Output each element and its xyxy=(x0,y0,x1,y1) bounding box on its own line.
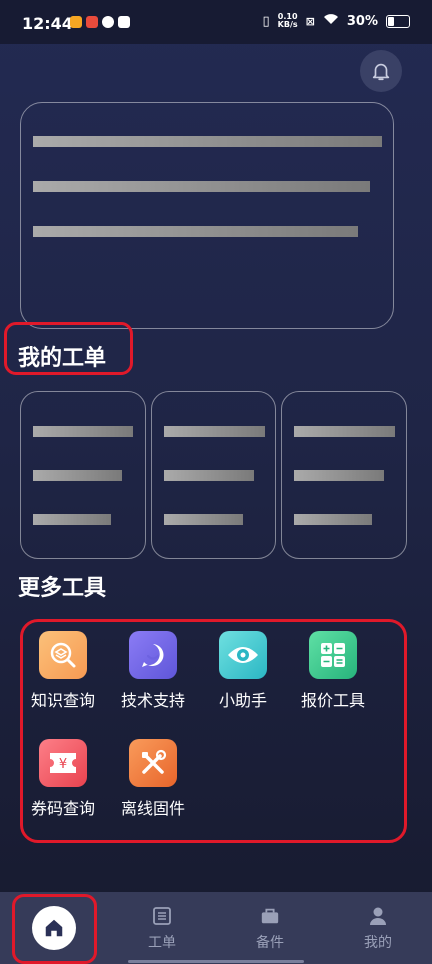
nav-label: 工单 xyxy=(148,935,176,951)
order-card[interactable] xyxy=(20,391,146,559)
tool-tech-support[interactable]: 技术支持 xyxy=(108,631,198,711)
placeholder-line xyxy=(294,470,384,481)
vibrate-icon: ▯ xyxy=(262,13,270,29)
notification-icons xyxy=(70,16,130,28)
order-card[interactable] xyxy=(151,391,276,559)
bell-icon xyxy=(372,63,390,81)
home-highlight xyxy=(12,894,97,964)
my-orders-title: 我的工单 xyxy=(18,346,107,371)
tool-offline-firmware[interactable]: 离线固件 xyxy=(108,739,198,819)
gesture-bar xyxy=(128,960,304,963)
network-speed-unit: KB/s xyxy=(277,20,298,29)
order-card[interactable] xyxy=(281,391,407,559)
tools-icon xyxy=(129,739,177,787)
chat-bubble-icon xyxy=(129,631,177,679)
placeholder-line xyxy=(33,181,370,192)
status-bar: 12:44 ▯ 0.10 KB/s ⊠ 30% xyxy=(0,0,432,44)
nav-label: 我的 xyxy=(364,935,392,951)
banner-card[interactable] xyxy=(20,102,394,329)
tool-label: 券码查询 xyxy=(30,799,95,818)
coupon-icon: ¥ xyxy=(39,739,87,787)
more-tools-title: 更多工具 xyxy=(18,576,107,601)
nav-item-orders[interactable]: 工单 xyxy=(108,892,216,964)
tool-quote[interactable]: 报价工具 xyxy=(288,631,378,711)
app-notification-icon xyxy=(70,16,82,28)
network-speed: 0.10 KB/s xyxy=(278,13,298,29)
battery-icon xyxy=(386,14,410,28)
user-icon xyxy=(368,906,388,926)
list-icon xyxy=(152,906,172,926)
no-sim-icon: ⊠ xyxy=(305,14,315,28)
placeholder-line xyxy=(164,470,254,481)
nav-label: 备件 xyxy=(256,935,284,951)
eye-icon xyxy=(219,631,267,679)
tool-assistant[interactable]: 小助手 xyxy=(198,631,288,711)
briefcase-icon xyxy=(260,906,280,926)
status-indicators: ▯ 0.10 KB/s ⊠ 30% xyxy=(263,13,410,29)
placeholder-line xyxy=(164,426,265,437)
tool-label: 离线固件 xyxy=(120,799,185,818)
placeholder-line xyxy=(294,426,395,437)
tool-coupon-search[interactable]: ¥ 券码查询 xyxy=(18,739,108,819)
placeholder-line xyxy=(33,136,382,147)
app-notification-icon xyxy=(102,16,114,28)
tool-label: 技术支持 xyxy=(120,691,185,710)
svg-text:¥: ¥ xyxy=(59,757,67,772)
status-time: 12:44 xyxy=(22,14,73,33)
message-notification-icon xyxy=(118,16,130,28)
tool-label: 报价工具 xyxy=(300,691,365,710)
wifi-icon xyxy=(323,13,339,29)
placeholder-line xyxy=(33,514,111,525)
knowledge-search-icon xyxy=(39,631,87,679)
calculator-icon xyxy=(309,631,357,679)
tool-knowledge-search[interactable]: 知识查询 xyxy=(18,631,108,711)
placeholder-line xyxy=(294,514,372,525)
battery-percent: 30% xyxy=(346,13,378,29)
tool-label: 小助手 xyxy=(218,691,267,710)
app-notification-icon xyxy=(86,16,98,28)
notification-bell-button[interactable] xyxy=(360,50,402,92)
placeholder-line xyxy=(33,470,122,481)
nav-item-parts[interactable]: 备件 xyxy=(216,892,324,964)
placeholder-line xyxy=(33,226,358,237)
nav-item-mine[interactable]: 我的 xyxy=(324,892,432,964)
tool-label: 知识查询 xyxy=(30,691,95,710)
placeholder-line xyxy=(33,426,133,437)
placeholder-line xyxy=(164,514,243,525)
